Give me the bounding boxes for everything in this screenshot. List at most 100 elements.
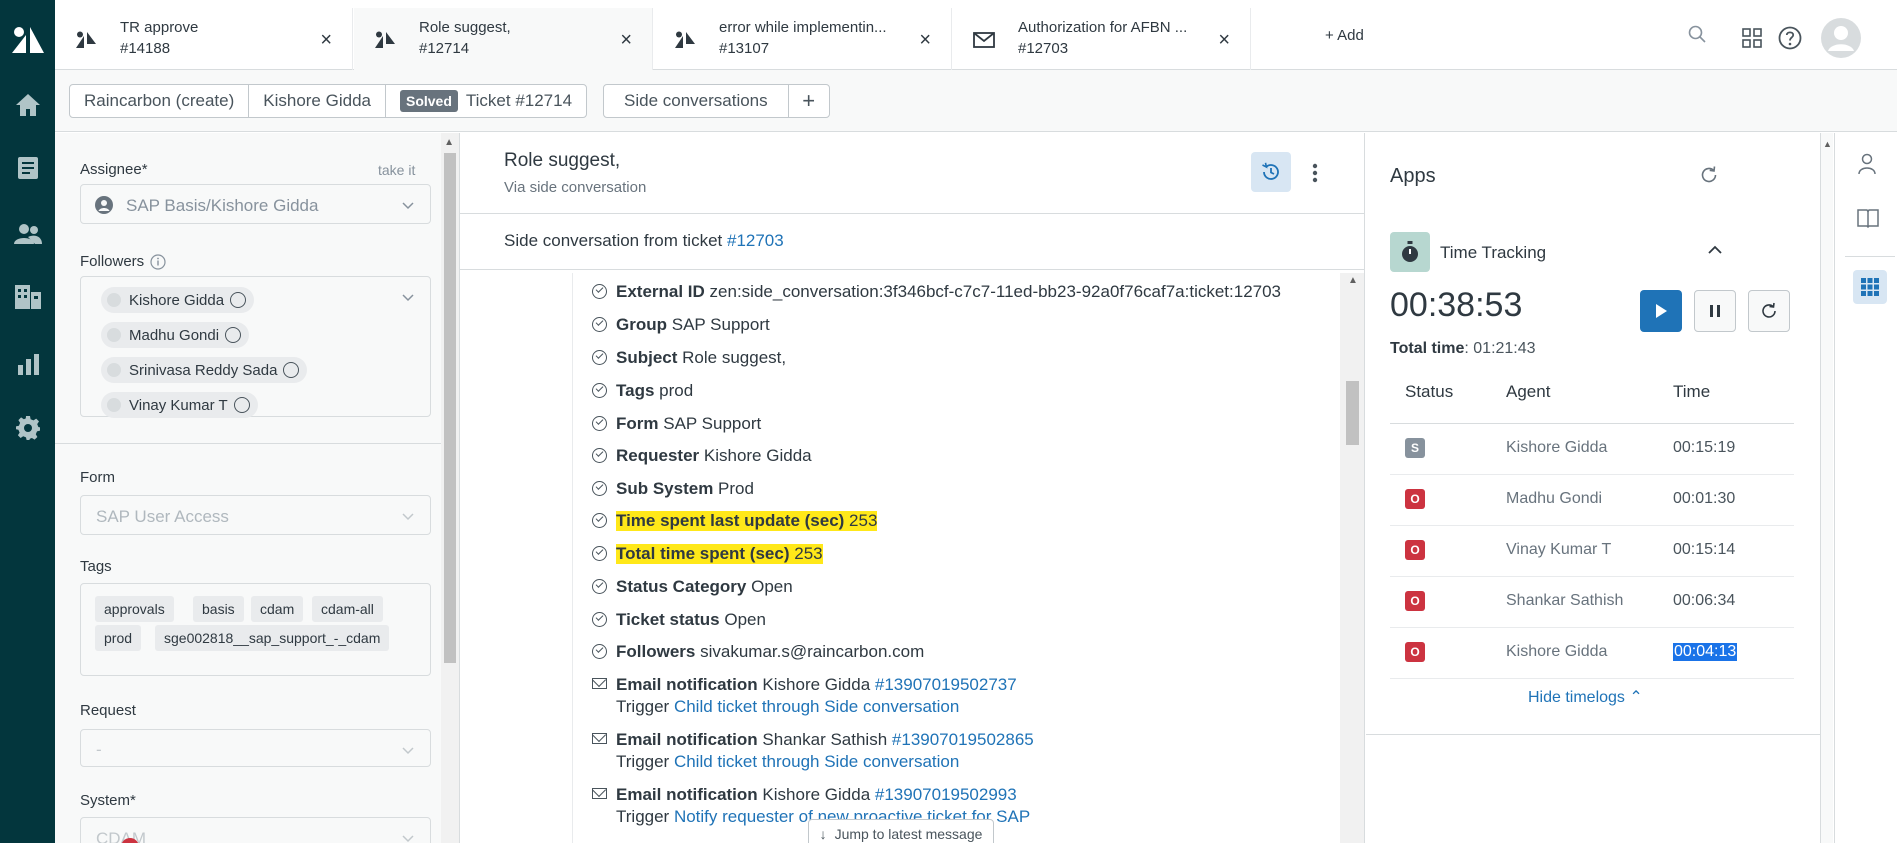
apps-grid-button[interactable] xyxy=(1853,270,1887,304)
avatar xyxy=(107,328,121,342)
jump-to-latest-button[interactable]: ↓ Jump to latest message xyxy=(808,819,994,843)
breadcrumb-requester-label: Kishore Gidda xyxy=(263,91,371,110)
avatar xyxy=(107,293,121,307)
more-options-icon[interactable] xyxy=(1312,163,1318,188)
tag[interactable]: approvals xyxy=(95,596,174,622)
trigger-link[interactable]: Child ticket through Side conversation xyxy=(674,697,959,716)
notification-link[interactable]: #13907019502993 xyxy=(875,785,1017,804)
check-circle-icon xyxy=(592,383,607,398)
product-tray-icon[interactable] xyxy=(1742,28,1762,53)
check-circle-icon xyxy=(592,317,607,332)
reporting-icon[interactable] xyxy=(0,344,55,384)
close-icon[interactable]: × xyxy=(919,30,931,50)
timelog-agent: Kishore Gidda xyxy=(1506,643,1608,660)
timer-display: 00:38:53 xyxy=(1390,286,1523,324)
pause-button[interactable] xyxy=(1694,290,1736,332)
zendesk-logo-icon[interactable] xyxy=(0,20,55,60)
ticket-tab[interactable]: Authorization for AFBN ... #12703 × xyxy=(953,8,1251,70)
ticket-tab[interactable]: error while implementin... #13107 × xyxy=(654,8,952,70)
chevron-up-icon[interactable] xyxy=(1706,241,1724,264)
timelog-header-status: Status xyxy=(1405,382,1454,401)
event-label: Followers xyxy=(616,642,696,661)
followers-field[interactable]: Kishore Gidda Madhu Gondi Srinivasa Redd… xyxy=(80,276,431,418)
assignee-field[interactable]: SAP Basis/Kishore Gidda xyxy=(80,184,431,224)
follower-pill[interactable]: Srinivasa Reddy Sada xyxy=(101,357,308,383)
breadcrumb-ticket[interactable]: Solved Ticket #12714 xyxy=(386,85,586,117)
reset-button[interactable] xyxy=(1748,290,1790,332)
ticket-tab[interactable]: TR approve #14188 × xyxy=(55,8,353,70)
notification-link[interactable]: #13907019502865 xyxy=(892,730,1034,749)
ticket-tab-active[interactable]: Role suggest, #12714 × xyxy=(354,8,653,70)
system-select[interactable]: CDAM xyxy=(80,817,431,843)
origin-ticket-link[interactable]: #12703 xyxy=(727,231,784,250)
form-select[interactable]: SAP User Access xyxy=(80,495,431,535)
tag[interactable]: cdam-all xyxy=(312,596,383,622)
breadcrumb-requester[interactable]: Kishore Gidda xyxy=(249,85,386,117)
take-it-link[interactable]: take it xyxy=(378,162,415,178)
add-tab-button[interactable]: + Add xyxy=(1325,27,1364,44)
scroll-up-arrow-icon[interactable]: ▲ xyxy=(1348,275,1358,286)
tag[interactable]: prod xyxy=(95,625,142,651)
properties-scrollbar-thumb[interactable] xyxy=(444,153,456,663)
request-select[interactable]: - xyxy=(80,729,431,767)
divider xyxy=(460,213,1364,214)
trigger-link[interactable]: Child ticket through Side conversation xyxy=(674,752,959,771)
event-label: Time spent last update (sec) xyxy=(616,511,845,530)
total-time: Total time: 01:21:43 xyxy=(1390,340,1536,358)
check-circle-icon xyxy=(592,612,607,627)
admin-gear-icon[interactable] xyxy=(0,408,55,448)
tag[interactable]: basis xyxy=(193,596,244,622)
close-icon[interactable]: × xyxy=(620,30,632,50)
conversation-pane: Role suggest, Via side conversation Side… xyxy=(460,133,1365,843)
check-circle-icon xyxy=(592,284,607,299)
chevron-down-icon xyxy=(402,513,414,521)
event-value: sivakumar.s@raincarbon.com xyxy=(700,642,925,661)
play-button[interactable] xyxy=(1640,290,1682,332)
knowledge-book-icon[interactable] xyxy=(1857,208,1879,233)
status-badge: O xyxy=(1405,489,1425,509)
scroll-up-arrow-icon[interactable]: ▲ xyxy=(1823,139,1832,149)
hide-timelogs-link[interactable]: Hide timelogs ⌃ xyxy=(1528,687,1643,707)
conversation-scrollbar-thumb[interactable] xyxy=(1346,381,1359,445)
check-circle-icon xyxy=(592,513,607,528)
breadcrumb-org-label: Raincarbon (create) xyxy=(84,91,235,110)
close-icon[interactable]: × xyxy=(1218,30,1230,50)
tab-title: TR approve xyxy=(120,19,199,36)
user-icon xyxy=(283,362,300,378)
home-icon[interactable] xyxy=(0,85,55,125)
side-conversations-button[interactable]: Side conversations xyxy=(604,85,789,117)
customer-context-icon[interactable] xyxy=(1857,153,1877,180)
tags-field[interactable]: approvals basis cdam cdam-all prod sge00… xyxy=(80,583,431,676)
event-label: External ID xyxy=(616,282,705,301)
total-time-label: Total time xyxy=(1390,340,1465,357)
customers-icon[interactable] xyxy=(0,214,55,254)
timelog-time: 00:15:19 xyxy=(1673,439,1736,456)
tag[interactable]: sge002818__sap_support_-_cdam xyxy=(155,625,390,651)
apps-scrollbar[interactable] xyxy=(1821,133,1833,843)
conversation-via: Via side conversation xyxy=(504,179,647,196)
history-button[interactable] xyxy=(1251,152,1291,192)
notification-link[interactable]: #13907019502737 xyxy=(875,675,1017,694)
timelog-agent: Vinay Kumar T xyxy=(1506,541,1612,558)
follower-pill[interactable]: Madhu Gondi xyxy=(101,322,250,348)
tag[interactable]: cdam xyxy=(251,596,304,622)
info-icon[interactable] xyxy=(150,254,166,270)
scroll-up-arrow-icon[interactable]: ▲ xyxy=(444,137,454,148)
add-side-conversation-button[interactable]: + xyxy=(789,85,829,117)
refresh-icon[interactable] xyxy=(1699,165,1719,190)
check-circle-icon xyxy=(592,448,607,463)
event-label: Total time spent (sec) xyxy=(616,544,790,563)
views-icon[interactable] xyxy=(0,148,55,188)
user-avatar[interactable] xyxy=(1821,18,1861,63)
tab-ticket-number: #14188 xyxy=(120,40,171,57)
conversation-scrollbar[interactable] xyxy=(1340,273,1364,843)
breadcrumb-organization[interactable]: Raincarbon (create) xyxy=(70,85,250,117)
envelope-icon xyxy=(592,733,607,744)
follower-pill[interactable]: Vinay Kumar T xyxy=(101,392,258,418)
help-icon[interactable] xyxy=(1778,26,1802,55)
follower-pill[interactable]: Kishore Gidda xyxy=(101,287,255,313)
divider xyxy=(1834,133,1835,843)
organizations-icon[interactable] xyxy=(0,277,55,317)
close-icon[interactable]: × xyxy=(320,30,332,50)
search-icon[interactable] xyxy=(1688,25,1706,48)
